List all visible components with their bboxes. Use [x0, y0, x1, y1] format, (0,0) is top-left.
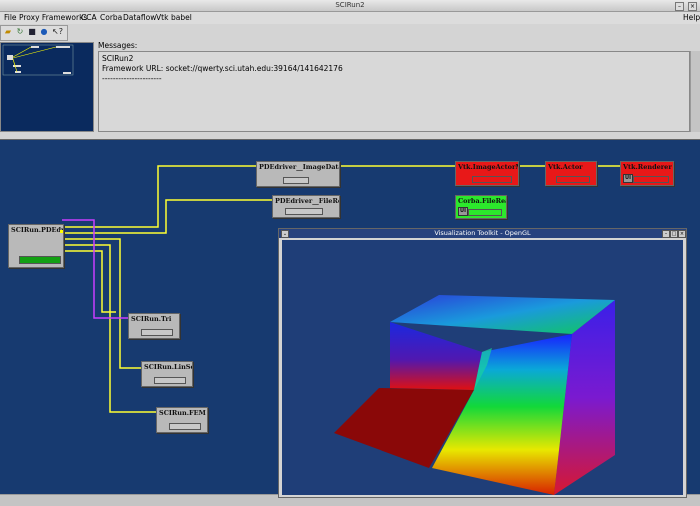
module-title: Vtk.ImageActorMappe: [458, 163, 518, 171]
minimize-icon[interactable]: –: [662, 230, 670, 238]
message-line: SCIRun2: [102, 54, 134, 63]
menu-dataflow[interactable]: Dataflow: [123, 13, 156, 22]
module-corba-file-reader[interactable]: Corba.FileReader UI: [455, 195, 507, 219]
menu-cca[interactable]: CCA: [81, 13, 97, 22]
module-progress: [154, 377, 186, 384]
module-title: PDEdriver__ImageDataMappe: [259, 163, 339, 171]
message-line: Framework URL: socket://qwerty.sci.utah.…: [102, 64, 343, 73]
module-title: SCIRun.LinSolve: [144, 363, 192, 371]
menu-file[interactable]: File: [4, 13, 17, 22]
messages-label: Messages:: [98, 41, 138, 50]
ui-button[interactable]: UI: [623, 174, 633, 183]
vtk-render-view[interactable]: [282, 240, 683, 495]
module-fem[interactable]: SCIRun.FEM: [156, 407, 208, 433]
module-pde-driver[interactable]: SCIRun.PDEdrive: [8, 224, 64, 268]
module-title: Corba.FileReader: [458, 197, 506, 205]
module-title: Vtk.Actor: [548, 163, 583, 171]
module-title: SCIRun.Tri: [131, 315, 172, 323]
module-linsolver[interactable]: SCIRun.LinSolve: [141, 361, 193, 387]
module-title: Vtk.Renderer: [623, 163, 672, 171]
menu-bar: File Proxy Frameworks CCA Corba Dataflow…: [0, 12, 700, 24]
refresh-icon[interactable]: ↻: [15, 27, 25, 37]
menu-vtk[interactable]: Vtk: [156, 13, 168, 22]
menu-proxy-frameworks[interactable]: Proxy Frameworks: [19, 13, 87, 22]
window-menu-icon[interactable]: ⌄: [281, 230, 289, 238]
module-progress: [285, 208, 323, 215]
window-title: SCIRun2: [335, 1, 365, 9]
module-title: SCIRun.PDEdrive: [11, 226, 63, 234]
module-progress: [472, 176, 512, 183]
module-tri[interactable]: SCIRun.Tri: [128, 313, 180, 339]
maximize-icon[interactable]: □: [670, 230, 678, 238]
vtk-window-titlebar: Visualization Toolkit - OpenGL: [279, 229, 686, 238]
module-progress: [633, 176, 669, 183]
module-image-actor-mapper[interactable]: Vtk.ImageActorMappe: [455, 161, 519, 186]
minimap-drawing: [2, 44, 74, 76]
menu-help[interactable]: Help: [683, 13, 700, 22]
info-icon[interactable]: ●: [39, 27, 49, 37]
menu-babel[interactable]: babel: [171, 13, 192, 22]
left-face: [390, 322, 482, 390]
module-title: SCIRun.FEM: [159, 409, 206, 417]
vtk-window[interactable]: Visualization Toolkit - OpenGL ⌄ – □ ×: [278, 228, 687, 498]
module-image-data-mapper[interactable]: PDEdriver__ImageDataMappe: [256, 161, 340, 187]
module-progress: [556, 176, 590, 183]
save-icon[interactable]: ■: [27, 27, 37, 37]
toolbar: ▰ ↻ ■ ● ↖?: [0, 25, 68, 41]
open-folder-icon[interactable]: ▰: [3, 27, 13, 37]
connection-wire-magenta: [62, 219, 128, 319]
module-progress: [283, 177, 309, 184]
connection-wire: [62, 250, 116, 313]
minimize-icon[interactable]: –: [675, 2, 684, 11]
module-file-reader-a[interactable]: PDEdriver__FileReader: [272, 195, 340, 218]
message-line: ----------------------: [102, 74, 162, 83]
module-vtk-renderer[interactable]: Vtk.Renderer UI: [620, 161, 674, 186]
connection-wire: [62, 165, 256, 228]
rendered-surface: [334, 295, 615, 495]
window-titlebar: SCIRun2 – ×: [0, 0, 700, 12]
module-vtk-actor[interactable]: Vtk.Actor: [545, 161, 597, 186]
menu-corba[interactable]: Corba: [100, 13, 122, 22]
module-progress: [141, 329, 173, 336]
vtk-window-title: Visualization Toolkit - OpenGL: [434, 229, 531, 237]
ui-button[interactable]: UI: [458, 207, 468, 216]
messages-scrollbar[interactable]: [690, 51, 700, 132]
messages-panel[interactable]: SCIRun2 Framework URL: socket://qwerty.s…: [98, 51, 690, 132]
close-icon[interactable]: ×: [678, 230, 686, 238]
module-progress: [169, 423, 201, 430]
module-progress: [19, 256, 61, 264]
close-icon[interactable]: ×: [688, 2, 697, 11]
whats-this-icon[interactable]: ↖?: [52, 27, 63, 37]
network-minimap[interactable]: [0, 42, 94, 132]
module-progress: [468, 209, 502, 216]
module-title: PDEdriver__FileReader: [275, 197, 339, 205]
port[interactable]: [60, 230, 63, 233]
